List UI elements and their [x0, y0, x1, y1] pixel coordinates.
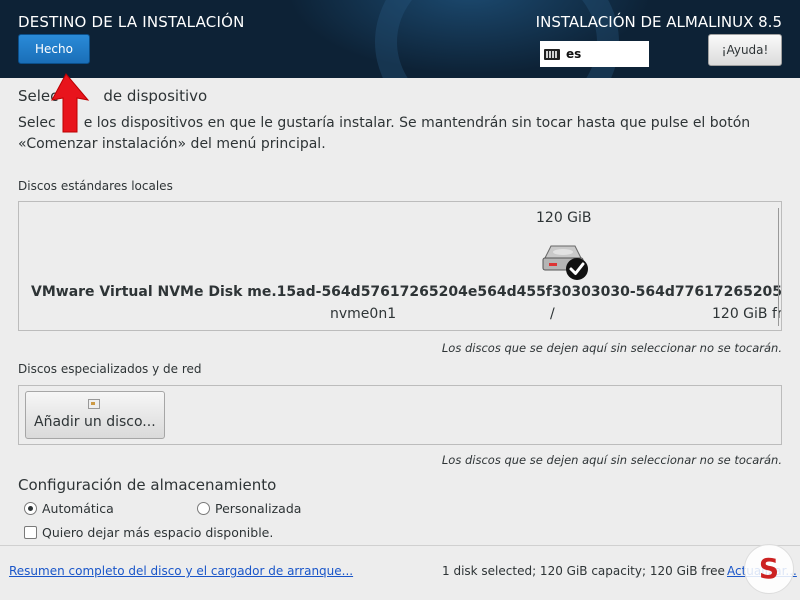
top-header: DESTINO DE LA INSTALACIÓN INSTALACIÓN DE… — [0, 0, 800, 78]
watermark-logo: S — [744, 544, 794, 594]
disk-name: VMware Virtual NVMe Disk me.15ad-564d576… — [31, 284, 782, 300]
local-disks-panel: 120 GiB VMware Virtual NVMe Disk me.15ad… — [18, 201, 782, 331]
free-space-checkbox[interactable] — [24, 526, 37, 539]
disk-item[interactable]: 120 GiB VMware Virtual NVMe Disk me.15ad… — [19, 202, 781, 330]
storage-config-title: Configuración de almacenamiento — [18, 476, 277, 494]
keyboard-layout-indicator[interactable]: es — [540, 41, 649, 67]
disk-size: 120 GiB — [536, 210, 592, 226]
special-disks-label: Discos especializados y de red — [18, 362, 202, 376]
automatic-label: Automática — [42, 501, 114, 516]
disk-mount: / — [550, 306, 555, 322]
special-disks-panel: Añadir un disco... — [18, 385, 782, 445]
automatic-option[interactable]: Automática — [24, 501, 114, 516]
disk-summary-link[interactable]: Resumen completo del disco y el cargador… — [9, 564, 353, 578]
disk-free-space: 120 GiB fr — [712, 306, 782, 322]
add-disk-button[interactable]: Añadir un disco... — [25, 391, 165, 439]
disk-status-summary: 1 disk selected; 120 GiB capacity; 120 G… — [442, 564, 725, 578]
footer-separator — [0, 545, 800, 546]
free-space-option[interactable]: Quiero dejar más espacio disponible. — [24, 525, 273, 540]
local-disks-note: Los discos que se dejen aquí sin selecci… — [441, 341, 782, 355]
device-selection-description-1: Selec e los dispositivos en que le gusta… — [18, 115, 751, 131]
special-disks-note: Los discos que se dejen aquí sin selecci… — [441, 453, 782, 467]
local-disks-label: Discos estándares locales — [18, 179, 173, 193]
page-title: DESTINO DE LA INSTALACIÓN — [18, 13, 245, 31]
device-selection-description-2: «Comenzar instalación» del menú principa… — [18, 136, 326, 152]
help-button[interactable]: ¡Ayuda! — [708, 34, 782, 66]
disk-device: nvme0n1 — [330, 306, 397, 322]
red-arrow-annotation — [51, 73, 90, 133]
panel-scroll-edge — [778, 208, 779, 326]
hard-disk-selected-icon — [542, 245, 588, 280]
disk-add-icon — [88, 399, 100, 409]
keyboard-icon — [544, 48, 560, 60]
free-space-label: Quiero dejar más espacio disponible. — [42, 525, 274, 540]
device-selection-title: Selec de dispositivo — [18, 87, 208, 105]
custom-radio[interactable] — [197, 502, 210, 515]
custom-option[interactable]: Personalizada — [197, 501, 301, 516]
custom-label: Personalizada — [215, 501, 302, 516]
add-disk-label: Añadir un disco... — [34, 414, 156, 430]
keyboard-layout-label: es — [566, 47, 582, 61]
automatic-radio[interactable] — [24, 502, 37, 515]
product-title: INSTALACIÓN DE ALMALINUX 8.5 — [535, 13, 782, 31]
done-button[interactable]: Hecho — [18, 34, 90, 64]
